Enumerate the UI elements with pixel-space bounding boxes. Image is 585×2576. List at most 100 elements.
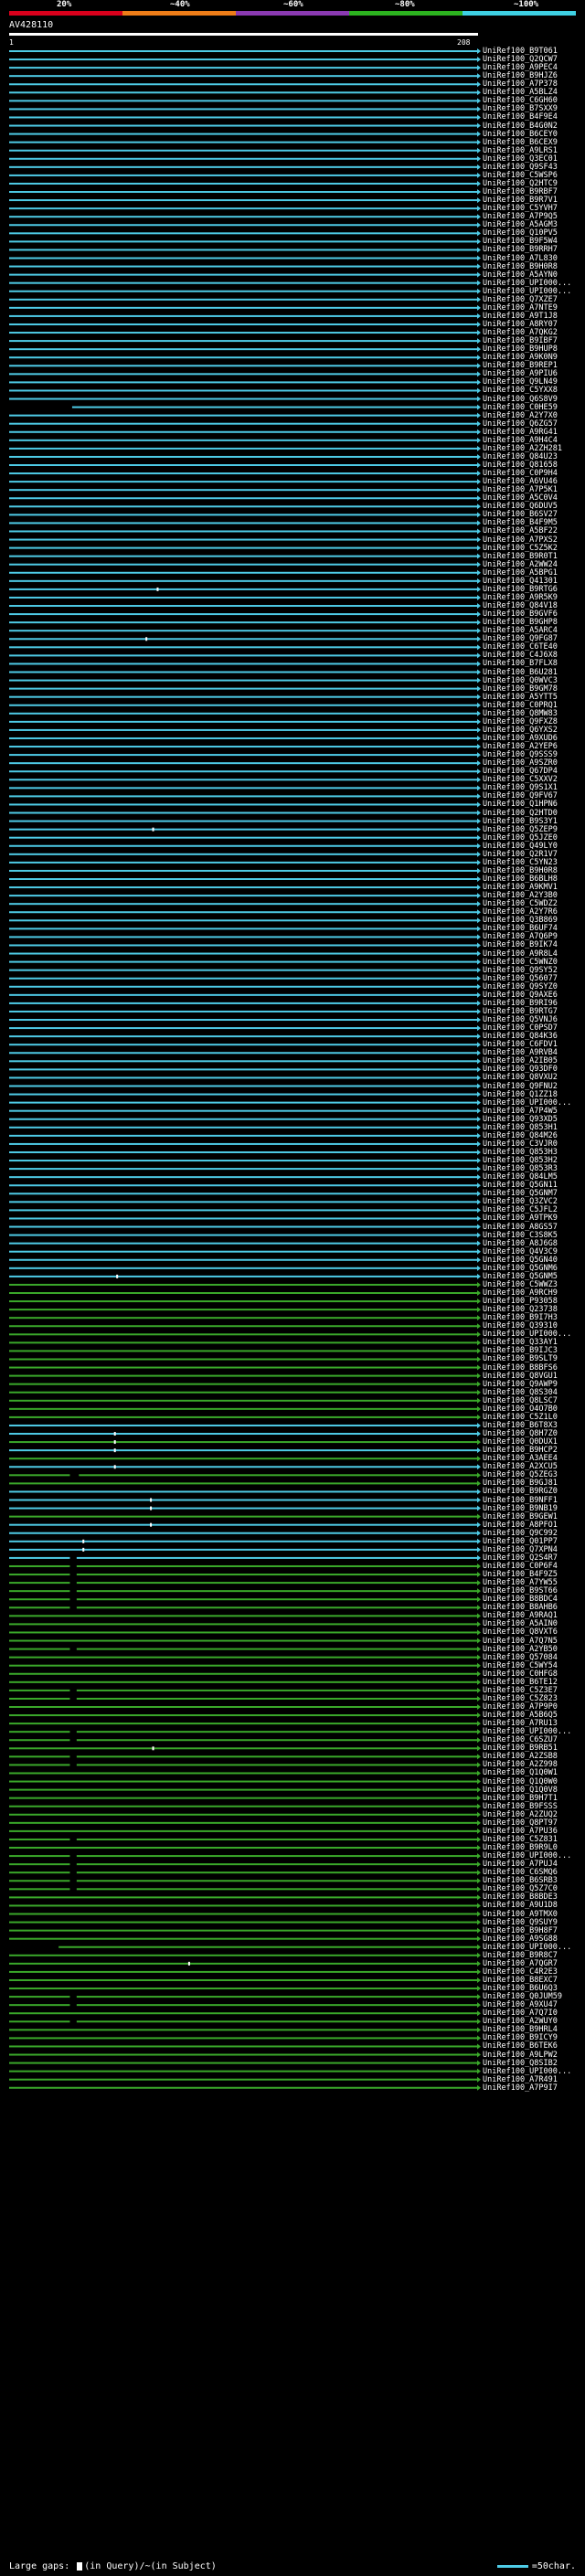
hit-line[interactable] bbox=[9, 2029, 477, 2031]
hit-line[interactable] bbox=[9, 58, 477, 61]
hit-line[interactable] bbox=[9, 365, 477, 367]
hit-line[interactable] bbox=[9, 1954, 477, 1956]
hit-line[interactable] bbox=[9, 1044, 477, 1046]
hit-line[interactable] bbox=[9, 1962, 477, 1965]
hit-line[interactable] bbox=[9, 165, 477, 168]
hit-line[interactable] bbox=[9, 1888, 477, 1891]
hit-line[interactable] bbox=[9, 91, 477, 94]
hit-line[interactable] bbox=[9, 1996, 477, 1998]
hit-line[interactable] bbox=[9, 530, 477, 533]
hit-line[interactable] bbox=[9, 314, 477, 317]
hit-line[interactable] bbox=[9, 1556, 477, 1559]
hit-line[interactable] bbox=[9, 579, 477, 582]
hit-line[interactable] bbox=[9, 455, 477, 458]
hit-line[interactable] bbox=[9, 654, 477, 657]
hit-line[interactable] bbox=[9, 919, 477, 922]
hit-line[interactable] bbox=[9, 514, 477, 516]
hit-line[interactable] bbox=[9, 563, 477, 566]
hit-line[interactable] bbox=[9, 1333, 477, 1336]
hit-line[interactable] bbox=[9, 1441, 477, 1444]
hit-line[interactable] bbox=[9, 969, 477, 971]
hit-line[interactable] bbox=[9, 1374, 477, 1377]
hit-line[interactable] bbox=[9, 2078, 477, 2081]
hit-line[interactable] bbox=[9, 844, 477, 847]
hit-line[interactable] bbox=[9, 1358, 477, 1361]
hit-line[interactable] bbox=[9, 811, 477, 814]
hit-line[interactable] bbox=[9, 1648, 477, 1650]
hit-line[interactable] bbox=[9, 1590, 477, 1593]
hit-line[interactable] bbox=[9, 1838, 477, 1840]
hit-line[interactable] bbox=[9, 646, 477, 649]
hit-line[interactable] bbox=[9, 546, 477, 549]
hit-line[interactable] bbox=[9, 373, 477, 376]
hit-line[interactable] bbox=[9, 1134, 477, 1137]
hit-line[interactable] bbox=[9, 1060, 477, 1063]
hit-line[interactable] bbox=[9, 67, 477, 69]
hit-line[interactable] bbox=[9, 1978, 477, 1981]
hit-line[interactable] bbox=[9, 2037, 477, 2040]
hit-line[interactable] bbox=[9, 836, 477, 839]
hit-line[interactable] bbox=[9, 1523, 477, 1526]
hit-line[interactable] bbox=[9, 240, 477, 243]
hit-line[interactable] bbox=[9, 356, 477, 359]
hit-line[interactable] bbox=[9, 2086, 477, 2089]
hit-line[interactable] bbox=[9, 398, 477, 400]
hit-line[interactable] bbox=[9, 1101, 477, 1104]
hit-line[interactable] bbox=[9, 746, 477, 748]
hit-line[interactable] bbox=[9, 571, 477, 574]
hit-line[interactable] bbox=[9, 381, 477, 384]
hit-line[interactable] bbox=[9, 1242, 477, 1245]
hit-line[interactable] bbox=[9, 1076, 477, 1079]
hit-line[interactable] bbox=[9, 687, 477, 690]
hit-line[interactable] bbox=[9, 1317, 477, 1320]
hit-line[interactable] bbox=[9, 795, 477, 798]
hit-line[interactable] bbox=[9, 1424, 477, 1426]
hit-line[interactable] bbox=[9, 1863, 477, 1866]
hit-line[interactable] bbox=[9, 1664, 477, 1667]
hit-line[interactable] bbox=[9, 1449, 477, 1452]
hit-line[interactable] bbox=[9, 182, 477, 185]
hit-line[interactable] bbox=[9, 787, 477, 790]
hit-line[interactable] bbox=[9, 1234, 477, 1236]
hit-line[interactable] bbox=[9, 1350, 477, 1352]
hit-line[interactable] bbox=[9, 1002, 477, 1004]
hit-line[interactable] bbox=[9, 1176, 477, 1179]
hit-line[interactable] bbox=[9, 985, 477, 988]
hit-line[interactable] bbox=[9, 1399, 477, 1402]
hit-line[interactable] bbox=[9, 1813, 477, 1816]
hit-line[interactable] bbox=[9, 1945, 477, 1948]
hit-line[interactable] bbox=[9, 1515, 477, 1518]
hit-line[interactable] bbox=[9, 439, 477, 441]
hit-line[interactable] bbox=[9, 232, 477, 235]
hit-line[interactable] bbox=[9, 1871, 477, 1874]
hit-line[interactable] bbox=[9, 1407, 477, 1410]
hit-line[interactable] bbox=[9, 100, 477, 102]
hit-line[interactable] bbox=[9, 1118, 477, 1120]
hit-line[interactable] bbox=[9, 224, 477, 227]
hit-line[interactable] bbox=[9, 116, 477, 119]
hit-line[interactable] bbox=[9, 1855, 477, 1858]
hit-line[interactable] bbox=[9, 332, 477, 334]
hit-line[interactable] bbox=[9, 613, 477, 616]
hit-line[interactable] bbox=[9, 1937, 477, 1940]
hit-line[interactable] bbox=[9, 1631, 477, 1634]
hit-line[interactable] bbox=[9, 1341, 477, 1344]
hit-line[interactable] bbox=[9, 878, 477, 880]
hit-line[interactable] bbox=[9, 414, 477, 417]
hit-line[interactable] bbox=[9, 124, 477, 127]
hit-line[interactable] bbox=[9, 2053, 477, 2056]
hit-line[interactable] bbox=[9, 1739, 477, 1742]
hit-line[interactable] bbox=[9, 720, 477, 723]
hit-line[interactable] bbox=[9, 430, 477, 433]
hit-line[interactable] bbox=[9, 1747, 477, 1750]
hit-line[interactable] bbox=[9, 464, 477, 466]
hit-line[interactable] bbox=[9, 1697, 477, 1700]
hit-line[interactable] bbox=[9, 1300, 477, 1303]
hit-line[interactable] bbox=[9, 1093, 477, 1096]
hit-line[interactable] bbox=[9, 281, 477, 284]
hit-line[interactable] bbox=[9, 936, 477, 938]
hit-line[interactable] bbox=[9, 1466, 477, 1468]
hit-line[interactable] bbox=[9, 1706, 477, 1708]
hit-line[interactable] bbox=[9, 1672, 477, 1675]
hit-line[interactable] bbox=[9, 1988, 477, 1990]
